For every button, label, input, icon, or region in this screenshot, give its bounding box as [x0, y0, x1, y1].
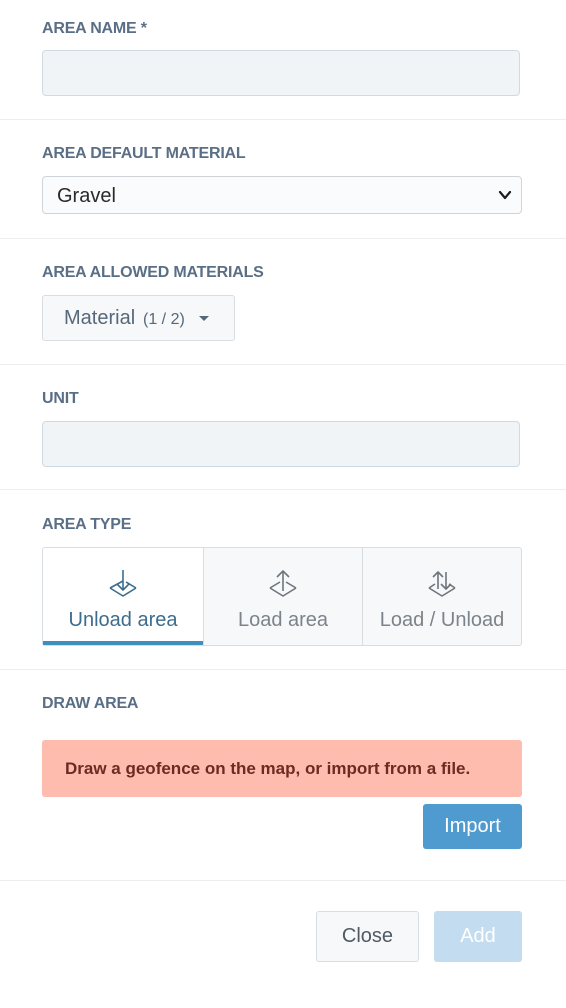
- divider: [0, 364, 566, 365]
- active-indicator: [43, 641, 203, 645]
- allowed-materials-button-label: Material: [64, 307, 136, 329]
- area-name-input[interactable]: [42, 50, 520, 96]
- divider: [0, 238, 566, 239]
- default-material-label: AREA DEFAULT MATERIAL: [42, 145, 246, 162]
- arrows-up-down-plane-icon: [428, 571, 456, 597]
- unit-input[interactable]: [42, 421, 520, 467]
- arrow-up-from-plane-icon: [269, 570, 297, 597]
- draw-area-label: DRAW AREA: [42, 695, 139, 712]
- allowed-materials-count: (1 / 2): [143, 311, 185, 328]
- area-name-label: AREA NAME *: [42, 20, 147, 37]
- caret-down-icon: [199, 316, 209, 321]
- area-type-load[interactable]: Load area: [203, 547, 362, 646]
- draw-area-alert: Draw a geofence on the map, or import fr…: [42, 740, 522, 797]
- add-button[interactable]: Add: [434, 911, 522, 962]
- import-button[interactable]: Import: [423, 804, 522, 849]
- area-type-unload[interactable]: Unload area: [42, 547, 203, 646]
- unit-label: UNIT: [42, 390, 79, 407]
- arrow-down-into-plane-icon: [109, 570, 137, 597]
- area-type-label: AREA TYPE: [42, 516, 132, 533]
- draw-area-alert-text: Draw a geofence on the map, or import fr…: [65, 759, 471, 778]
- divider: [0, 669, 566, 670]
- allowed-materials-label: AREA ALLOWED MATERIALS: [42, 264, 264, 281]
- area-type-load-unload-label: Load / Unload: [379, 609, 505, 631]
- area-type-load-unload[interactable]: Load / Unload: [362, 547, 522, 646]
- area-type-load-label: Load area: [237, 609, 329, 631]
- divider: [0, 119, 566, 120]
- divider: [0, 880, 566, 881]
- add-area-form: AREA NAME * AREA DEFAULT MATERIAL Gravel…: [0, 0, 566, 1008]
- default-material-value: Gravel: [57, 185, 116, 207]
- area-type-selector: Unload area Load area Load / Unload: [42, 547, 522, 646]
- default-material-select[interactable]: Gravel: [42, 176, 522, 214]
- allowed-materials-dropdown[interactable]: Material (1 / 2): [42, 295, 235, 341]
- chevron-down-icon: [498, 190, 512, 200]
- close-button[interactable]: Close: [316, 911, 419, 962]
- area-type-unload-label: Unload area: [68, 609, 178, 631]
- divider: [0, 489, 566, 490]
